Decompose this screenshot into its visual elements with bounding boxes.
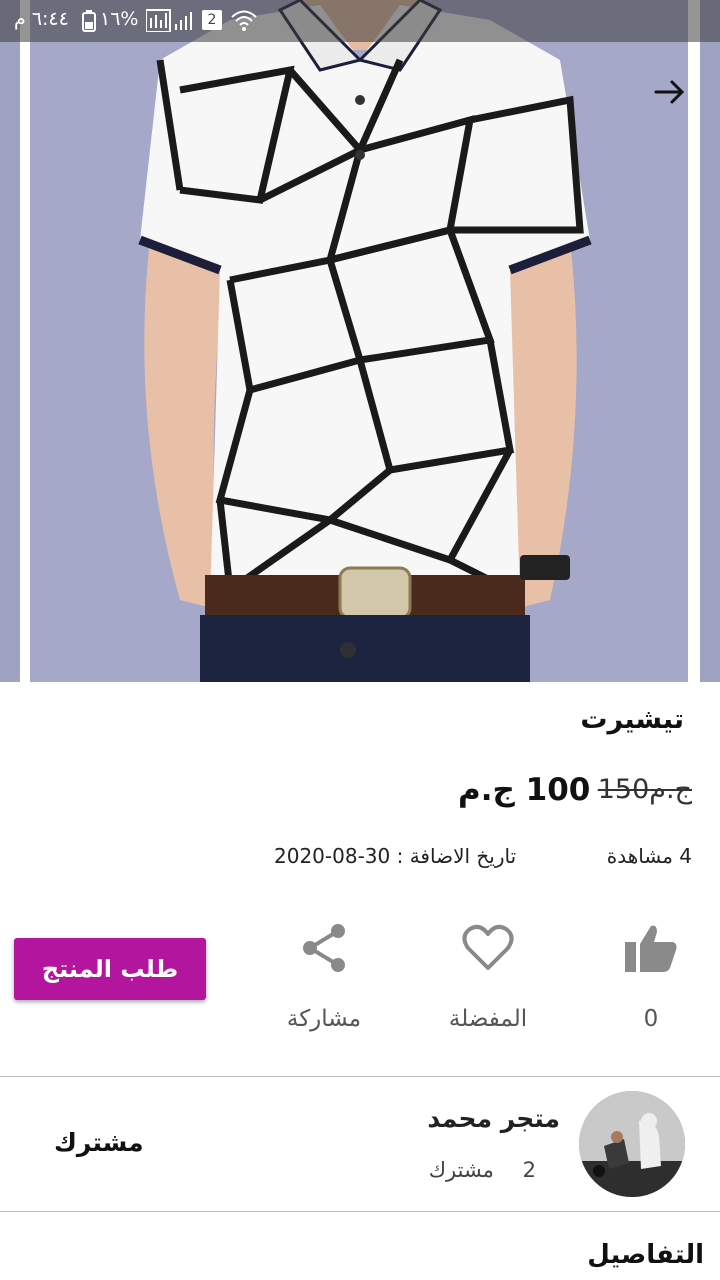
share-action[interactable]: مشاركة (254, 918, 394, 1032)
share-icon[interactable] (254, 918, 394, 978)
share-label: مشاركة (286, 1006, 362, 1032)
order-product-button[interactable]: طلب المنتج (14, 938, 206, 1000)
new-price: 100 ج.م (458, 772, 591, 808)
thumbs-up-icon[interactable] (581, 918, 720, 978)
likes-count: 0 (643, 1006, 659, 1032)
views-count: 4 مشاهدة (606, 844, 692, 868)
favorite-label: المفضلة (448, 1006, 528, 1032)
heart-icon[interactable] (418, 918, 558, 978)
subscribe-button[interactable]: مشترك (54, 1128, 144, 1157)
details-section-title: التفاصيل (587, 1240, 704, 1270)
previous-image-peek (0, 0, 20, 682)
product-title: تيشيرت (580, 704, 684, 735)
favorite-action[interactable]: المفضلة (418, 918, 558, 1032)
tshirt-illustration (138, 0, 592, 682)
subscribers-count: 2 (522, 1158, 536, 1182)
date-added: تاريخ الاضافة : 30-08-2020 (274, 844, 517, 868)
like-action[interactable]: 0 (581, 918, 720, 1032)
next-image-peek (700, 0, 720, 682)
sim-badge: 2 (202, 10, 222, 30)
status-time: ٦:٤٤ م (14, 8, 69, 30)
divider (0, 1211, 720, 1212)
subscribers-label: مشترك (428, 1158, 494, 1182)
old-price: 150ج.م (597, 774, 692, 805)
store-name[interactable]: متجر محمد (427, 1104, 560, 1133)
gallery-page-indicator (340, 642, 356, 658)
status-bar: ٦:٤٤ م %١٦ 2 (0, 0, 720, 42)
battery-percent: %١٦ (100, 8, 139, 30)
signal-icon (145, 8, 200, 37)
battery-icon (82, 10, 96, 37)
divider (0, 1076, 720, 1077)
store-subscribers: 2 مشترك (429, 1158, 536, 1182)
arrow-forward-icon[interactable] (650, 72, 690, 112)
wifi-icon (230, 8, 258, 37)
product-photo (30, 0, 688, 682)
product-image-gallery[interactable] (0, 0, 720, 682)
store-avatar[interactable] (579, 1091, 685, 1197)
